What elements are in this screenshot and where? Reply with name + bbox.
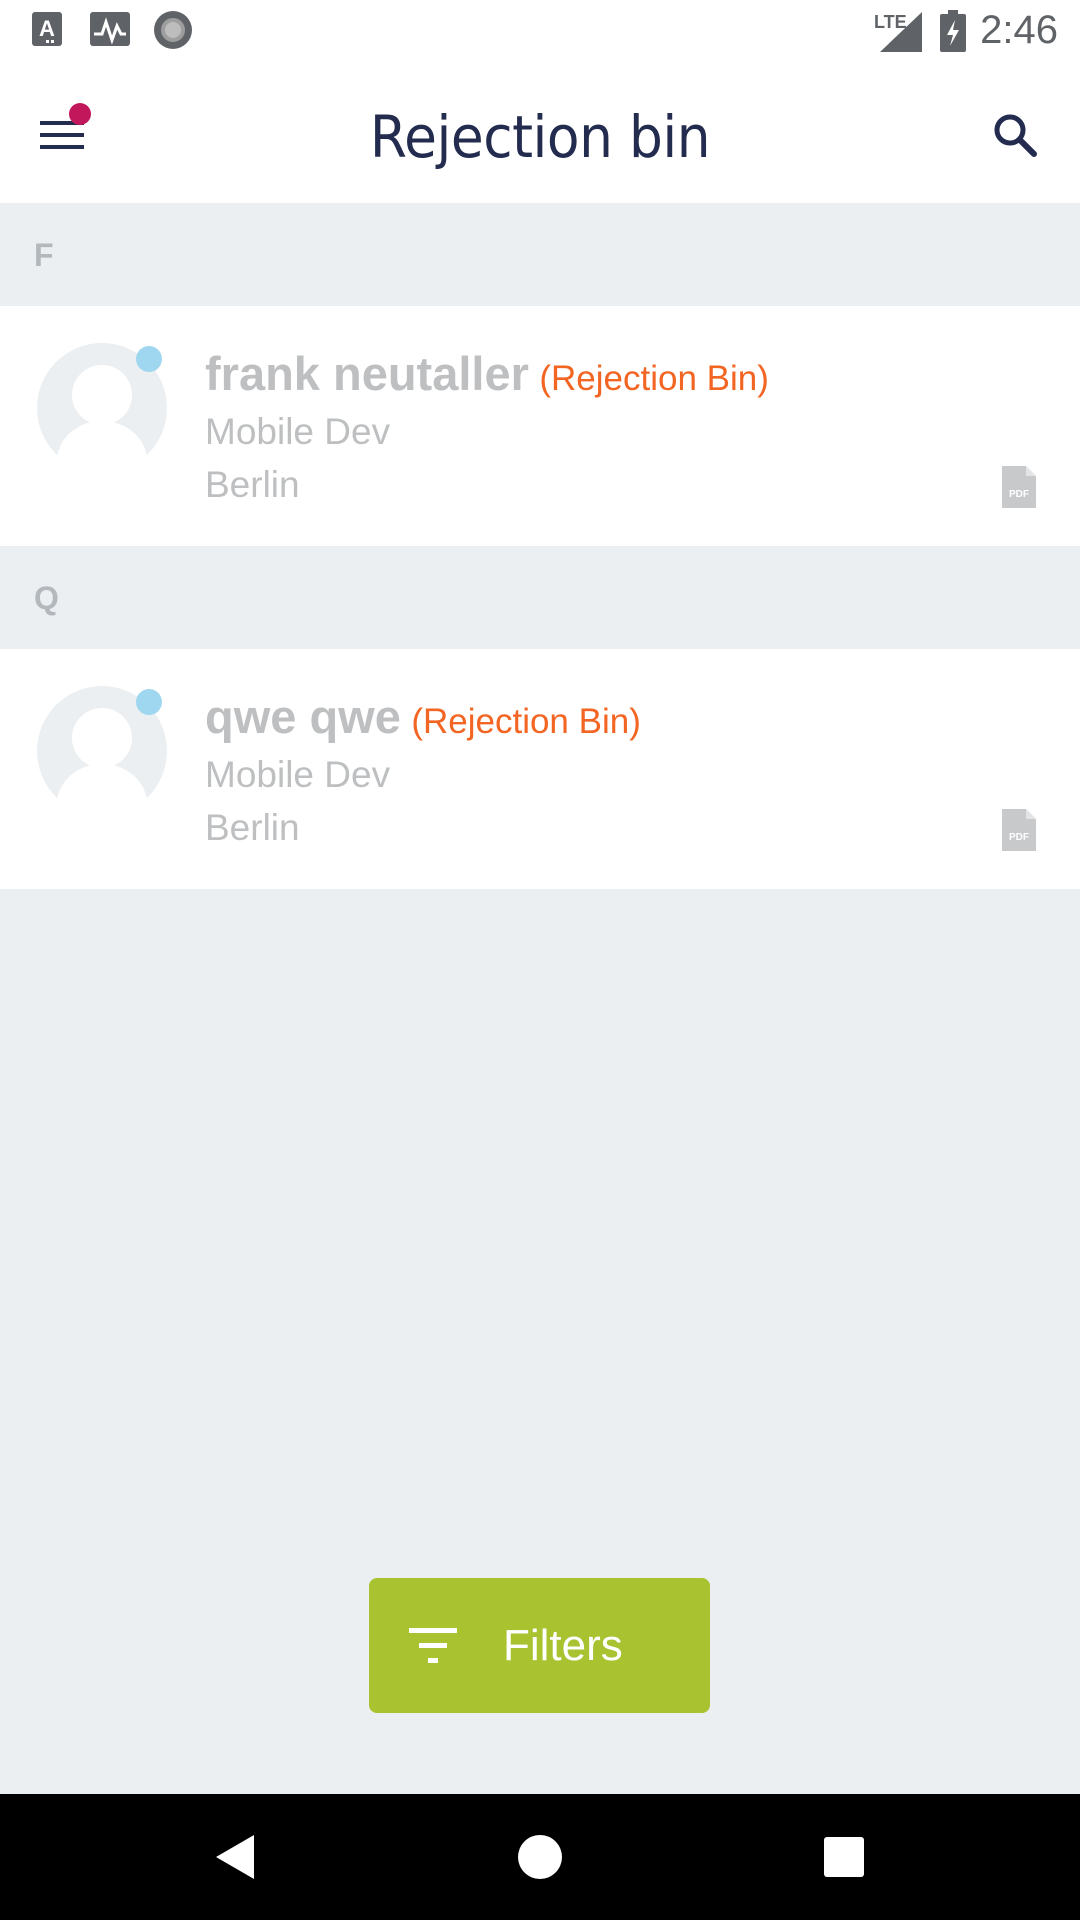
avatar-head: [72, 708, 132, 768]
candidate-role: Mobile Dev: [205, 754, 391, 795]
candidate-row[interactable]: qwe qwe (Rejection Bin) Mobile Dev Berli…: [0, 649, 1080, 889]
filters-button[interactable]: Filters: [369, 1578, 710, 1713]
pdf-icon[interactable]: PDF: [1002, 466, 1036, 508]
app-bar: Rejection bin: [0, 63, 1080, 203]
page-title: Rejection bin: [369, 103, 711, 171]
svg-text:PDF: PDF: [1009, 832, 1029, 843]
text-a-icon: A: [32, 12, 62, 46]
search-button[interactable]: [985, 103, 1045, 163]
candidate-city: Berlin: [205, 464, 300, 505]
avatar-head: [72, 365, 132, 425]
section-letter: Q: [34, 580, 59, 616]
navigation-bar: [0, 1794, 1080, 1920]
filter-icon: [409, 1628, 457, 1663]
candidate-name-line: qwe qwe (Rejection Bin): [205, 689, 641, 744]
record-icon: [154, 11, 192, 49]
avatar-body: [57, 421, 147, 473]
avatar-body: [57, 764, 147, 816]
svg-text:PDF: PDF: [1009, 489, 1029, 500]
clock: 2:46: [980, 8, 1058, 52]
status-bar: A LTE 2:46: [0, 0, 1080, 63]
filters-label: Filters: [503, 1621, 623, 1670]
status-dot: [136, 346, 162, 372]
section-letter: F: [34, 237, 54, 273]
candidate-name: qwe qwe: [205, 690, 401, 743]
candidate-city: Berlin: [205, 807, 300, 848]
activity-icon: [90, 12, 130, 46]
candidate-name: frank neutaller: [205, 347, 529, 400]
svg-text:A: A: [39, 16, 55, 41]
home-icon[interactable]: [517, 1834, 563, 1880]
candidate-role: Mobile Dev: [205, 411, 391, 452]
candidate-name-line: frank neutaller (Rejection Bin): [205, 346, 769, 401]
search-icon: [994, 114, 1037, 157]
status-dot: [136, 689, 162, 715]
candidate-row[interactable]: frank neutaller (Rejection Bin) Mobile D…: [0, 306, 1080, 546]
battery-charging-icon: [940, 10, 966, 52]
rejection-tag: (Rejection Bin): [539, 359, 769, 398]
section-header-q: Q: [0, 546, 1080, 649]
signal-icon: [880, 12, 922, 52]
section-header-f: F: [0, 203, 1080, 306]
pdf-icon[interactable]: PDF: [1002, 809, 1036, 851]
rejection-tag: (Rejection Bin): [411, 702, 641, 741]
back-icon[interactable]: [214, 1833, 258, 1881]
recents-icon[interactable]: [824, 1837, 864, 1877]
